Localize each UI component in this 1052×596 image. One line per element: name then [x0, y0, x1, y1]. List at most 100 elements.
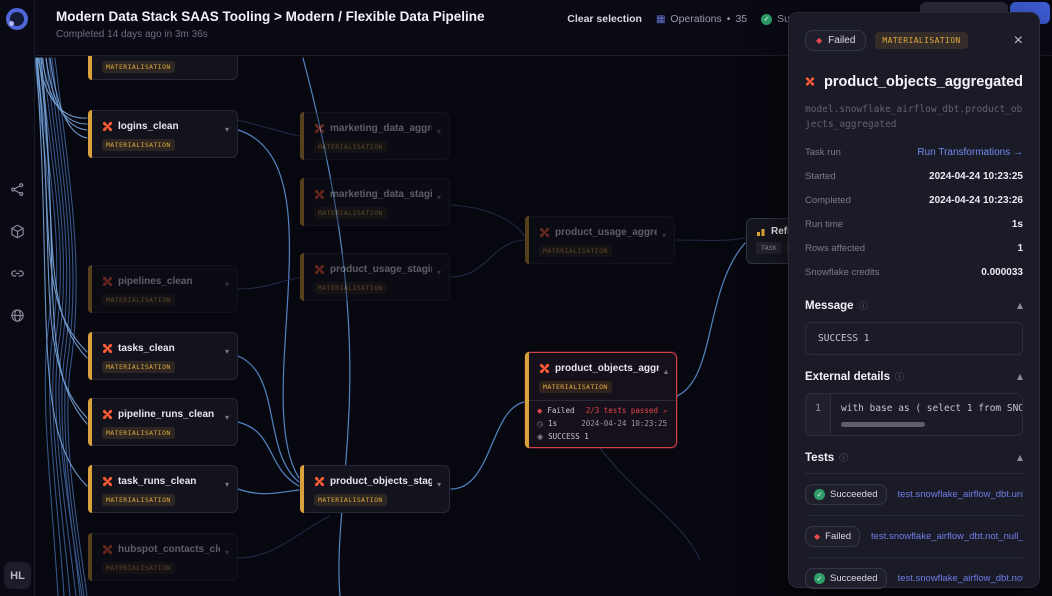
materialisation-badge: MATERIALISATION — [102, 139, 175, 151]
chevron-down-icon[interactable]: ▾ — [437, 193, 441, 202]
chart-icon — [756, 227, 766, 237]
detail-row-task-run: Task run Run Transformations → — [805, 140, 1023, 164]
materialisation-badge: MATERIALISATION — [102, 427, 175, 439]
grid-icon: ▦ — [656, 14, 665, 25]
failed-diamond-icon: ◆ — [814, 532, 820, 541]
chevron-down-icon[interactable]: ▾ — [225, 480, 229, 489]
failed-pill: ◆ Failed — [805, 526, 860, 547]
check-circle-icon: ✓ — [814, 489, 825, 500]
dbt-icon — [102, 343, 113, 354]
dbt-icon — [539, 227, 550, 238]
test-link[interactable]: test.snowflake_airflow_dbt.unique_pro — [898, 489, 1023, 500]
pipeline-status-text: Completed 14 days ago in 3m 36s — [56, 29, 208, 40]
node-label: pipeline_runs_clean — [118, 409, 220, 420]
node-label: hubspot_contacts_clean — [118, 544, 220, 555]
message-content: SUCCESS 1 — [805, 322, 1023, 355]
globe-icon[interactable] — [10, 308, 25, 323]
chevron-down-icon[interactable]: ▾ — [225, 413, 229, 422]
dag-node-tasks-clean[interactable]: tasks_clean ▾ MATERIALISATION — [88, 332, 238, 380]
dbt-icon — [102, 476, 113, 487]
node-label: task_runs_clean — [118, 476, 220, 487]
operations-count: 35 — [735, 13, 747, 25]
user-avatar[interactable]: HL — [4, 562, 31, 589]
test-link[interactable]: test.snowflake_airflow_dbt.not_null_pr — [871, 531, 1023, 542]
dag-node-product-objects-staging[interactable]: product_objects_staging ▾ MATERIALISATIO… — [300, 465, 450, 513]
dbt-icon — [102, 121, 113, 132]
sidebar-nav: HL — [0, 0, 35, 596]
materialisation-badge: MATERIALISATION — [102, 562, 175, 574]
dag-node-logins-clean[interactable]: logins_clean ▾ MATERIALISATION — [88, 110, 238, 158]
dag-node-hubspot-contacts-clean[interactable]: hubspot_contacts_clean ▾ MATERIALISATION — [88, 533, 238, 581]
dag-node-marketing-data-staging[interactable]: marketing_data_staging ▾ MATERIALISATION — [300, 178, 450, 226]
app-logo-icon[interactable] — [6, 8, 28, 30]
succeeded-pill: ✓ Succeeded — [805, 568, 887, 589]
pipelines-graph-icon[interactable] — [10, 182, 25, 197]
chevron-down-icon[interactable]: ▾ — [662, 231, 666, 240]
panel-title: product_objects_aggregated — [824, 74, 1023, 90]
dag-node-pipeline-runs-clean[interactable]: pipeline_runs_clean ▾ MATERIALISATION — [88, 398, 238, 446]
chevron-down-icon[interactable]: ▾ — [225, 347, 229, 356]
collapse-arrow-icon[interactable]: ▲ — [1017, 453, 1023, 462]
integrations-link-icon[interactable] — [10, 266, 25, 281]
task-badge: TASK — [756, 242, 782, 254]
check-circle-icon: ✓ — [814, 573, 825, 584]
detail-row-completed: Completed 2024-04-24 10:23:26 — [805, 188, 1023, 212]
sql-code-line: with base as ( select 1 from SNOWFLAKE — [841, 403, 1012, 414]
node-message: SUCCESS 1 — [548, 432, 589, 441]
chevron-down-icon[interactable]: ▾ — [225, 280, 229, 289]
materialisation-badge: MATERIALISATION — [539, 245, 612, 257]
clear-selection-button[interactable]: Clear selection — [567, 13, 642, 25]
info-icon: ⓘ — [859, 299, 868, 312]
close-icon[interactable]: × — [1014, 33, 1023, 49]
dbt-icon — [314, 189, 325, 200]
collapse-arrow-icon[interactable]: ▲ — [1017, 301, 1023, 310]
node-label: product_usage_aggregated — [555, 227, 657, 238]
operations-counter: ▦ Operations • 35 — [656, 13, 747, 25]
task-details-panel: ◆ Failed MATERIALISATION × product_objec… — [788, 12, 1040, 588]
test-link[interactable]: test.snowflake_airflow_dbt.not_null_pr — [898, 573, 1023, 584]
node-label: tasks_clean — [118, 343, 220, 354]
detail-row-run-time: Run time 1s — [805, 212, 1023, 236]
dag-node-pipelines-clean[interactable]: pipelines_clean ▾ MATERIALISATION — [88, 265, 238, 313]
dag-node-product-objects-aggregated-selected[interactable]: product_objects_aggregated ▴ MATERIALISA… — [525, 352, 677, 448]
materialisation-badge: MATERIALISATION — [102, 61, 175, 73]
dbt-icon — [102, 276, 113, 287]
dag-node-product-usage-aggregated[interactable]: product_usage_aggregated ▾ MATERIALISATI… — [525, 216, 675, 264]
chevron-down-icon[interactable]: ▾ — [225, 548, 229, 557]
chevron-down-icon[interactable]: ▾ — [437, 268, 441, 277]
tests-passed-link[interactable]: 2/3 tests passed ↗ — [586, 406, 667, 415]
node-label: marketing_data_staging — [330, 189, 432, 200]
products-cube-icon[interactable] — [10, 224, 25, 239]
info-icon: ⓘ — [839, 451, 848, 464]
dag-node-task-runs-clean[interactable]: task_runs_clean ▾ MATERIALISATION — [88, 465, 238, 513]
chevron-up-icon[interactable]: ▴ — [664, 367, 668, 376]
node-runtime: 1s — [548, 419, 557, 428]
chevron-down-icon[interactable]: ▾ — [225, 125, 229, 134]
chevron-down-icon[interactable]: ▾ — [437, 127, 441, 136]
chevron-down-icon[interactable]: ▾ — [437, 480, 441, 489]
dbt-icon — [102, 409, 113, 420]
horizontal-scrollbar[interactable] — [841, 422, 925, 427]
test-row: ✓ Succeeded test.snowflake_airflow_dbt.u… — [805, 474, 1023, 516]
dbt-icon — [314, 476, 325, 487]
line-number: 1 — [806, 394, 831, 435]
run-transformations-link[interactable]: Run Transformations → — [917, 147, 1023, 158]
dag-node-marketing-data-aggregated[interactable]: marketing_data_aggregated ▾ MATERIALISAT… — [300, 112, 450, 160]
materialisation-badge: MATERIALISATION — [314, 141, 387, 153]
node-label: product_objects_aggregated — [555, 363, 659, 374]
success-counter: ✓ Su — [761, 13, 790, 25]
dag-node-product-usage-staging[interactable]: product_usage_staging ▾ MATERIALISATION — [300, 253, 450, 301]
test-row: ◆ Failed test.snowflake_airflow_dbt.not_… — [805, 516, 1023, 558]
external-details-section: External details ⓘ ▲ 1 with base as ( se… — [805, 370, 1023, 436]
tests-section: Tests ⓘ ▲ ✓ Succeeded test.snowflake_air… — [805, 451, 1023, 596]
collapse-arrow-icon[interactable]: ▲ — [1017, 372, 1023, 381]
materialisation-badge: MATERIALISATION — [314, 207, 387, 219]
status-dot-icon: ◉ — [537, 433, 543, 441]
failed-diamond-icon: ◆ — [537, 407, 542, 415]
check-circle-icon: ✓ — [761, 14, 772, 25]
divider — [526, 400, 676, 401]
status-pill-failed: ◆ Failed — [805, 30, 866, 51]
breadcrumb: Modern Data Stack SAAS Tooling > Modern … — [56, 9, 484, 24]
detail-row-snowflake-credits: Snowflake credits 0.000033 — [805, 260, 1023, 284]
sql-code-block: 1 with base as ( select 1 from SNOWFLAKE — [805, 393, 1023, 436]
